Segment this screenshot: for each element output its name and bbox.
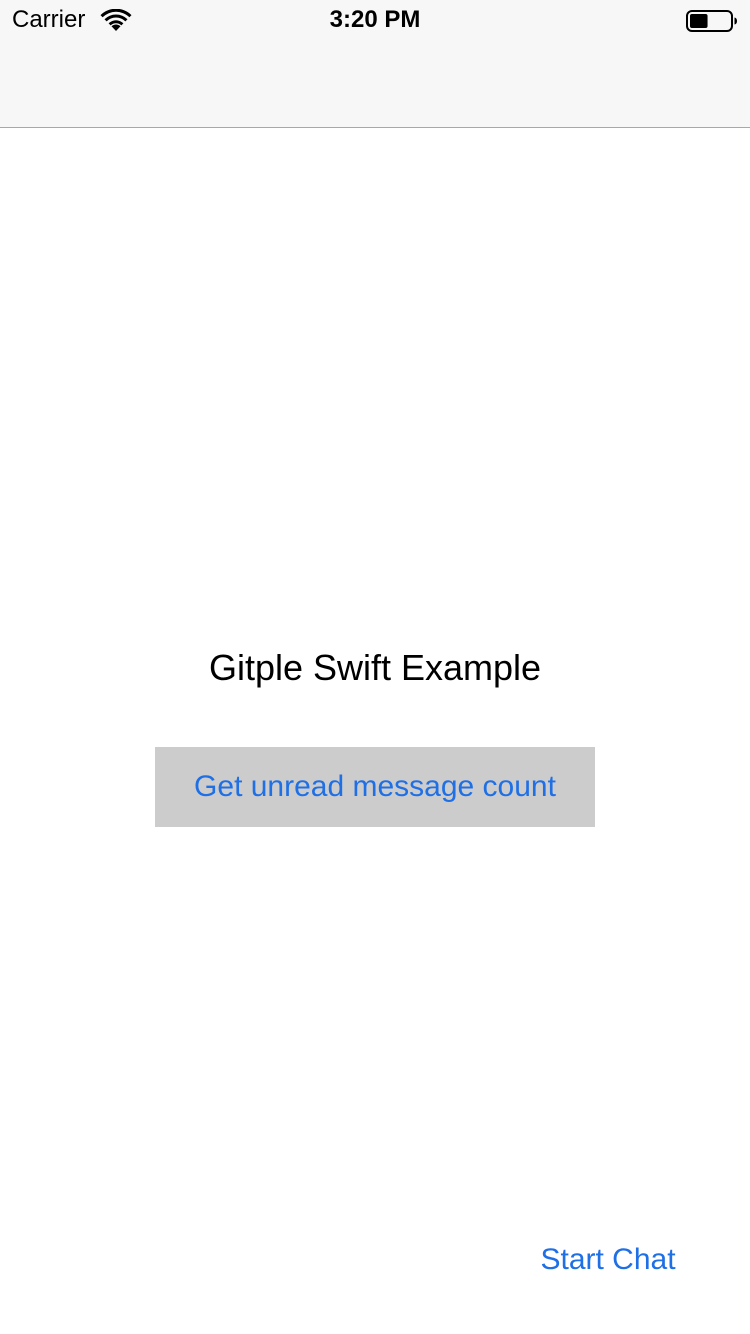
- status-bar: Carrier 3:20 PM: [0, 0, 750, 40]
- navigation-bar: Carrier 3:20 PM: [0, 0, 750, 128]
- battery-level-fill: [690, 14, 708, 28]
- get-unread-count-button[interactable]: Get unread message count: [155, 747, 595, 827]
- battery-icon: [686, 10, 737, 32]
- status-time: 3:20 PM: [329, 6, 421, 33]
- start-chat-button[interactable]: Start Chat: [520, 1240, 696, 1280]
- page-title: Gitple Swift Example: [208, 647, 542, 688]
